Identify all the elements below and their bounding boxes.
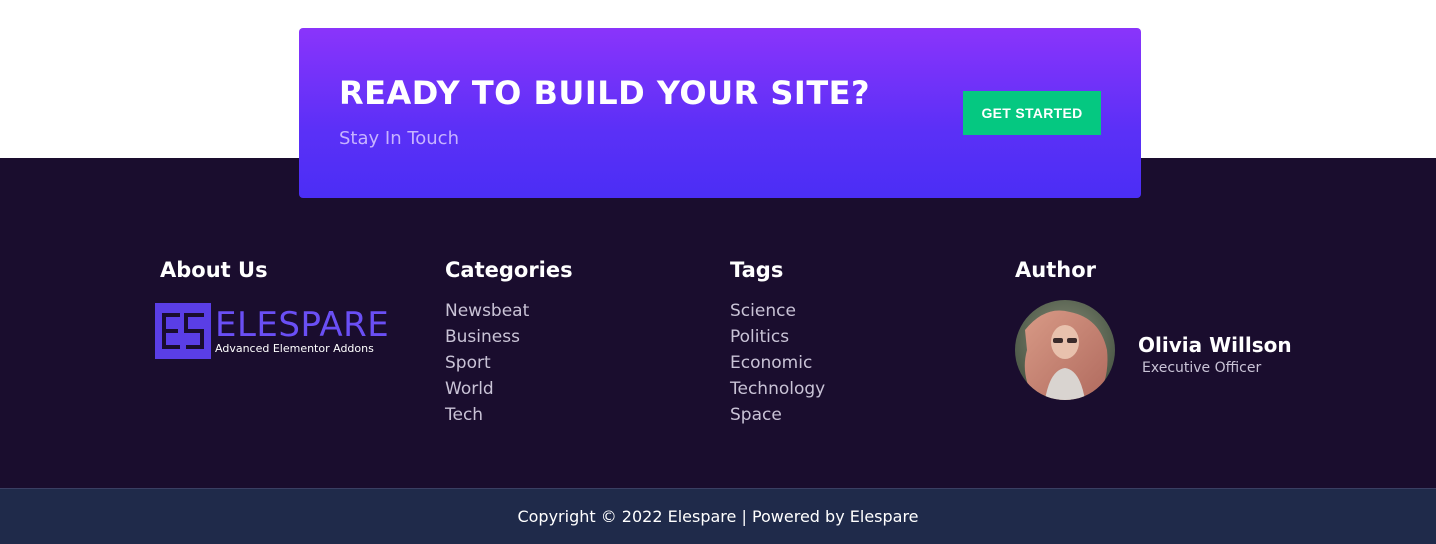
tag-link-politics[interactable]: Politics bbox=[730, 326, 825, 352]
tag-link-space[interactable]: Space bbox=[730, 404, 825, 430]
categories-heading: Categories bbox=[445, 258, 573, 282]
cta-title: READY TO BUILD YOUR SITE? bbox=[339, 74, 871, 112]
about-heading: About Us bbox=[160, 258, 268, 282]
author-name: Olivia Willson bbox=[1138, 333, 1292, 357]
cta-banner: READY TO BUILD YOUR SITE? Stay In Touch … bbox=[299, 28, 1141, 198]
category-link-tech[interactable]: Tech bbox=[445, 404, 529, 430]
footer-bottom-bar: Copyright © 2022 Elespare | Powered by E… bbox=[0, 488, 1436, 544]
tag-link-science[interactable]: Science bbox=[730, 300, 825, 326]
logo-mark-icon bbox=[155, 303, 211, 359]
author-role: Executive Officer bbox=[1142, 360, 1262, 376]
category-link-sport[interactable]: Sport bbox=[445, 352, 529, 378]
tag-link-technology[interactable]: Technology bbox=[730, 378, 825, 404]
copyright-text: Copyright © 2022 Elespare | Powered by E… bbox=[517, 507, 919, 526]
author-avatar[interactable] bbox=[1015, 300, 1115, 400]
category-link-business[interactable]: Business bbox=[445, 326, 529, 352]
logo-name: ELESPARE bbox=[215, 304, 390, 345]
categories-list: Newsbeat Business Sport World Tech bbox=[445, 300, 529, 430]
category-link-world[interactable]: World bbox=[445, 378, 529, 404]
tags-list: Science Politics Economic Technology Spa… bbox=[730, 300, 825, 430]
get-started-button[interactable]: GET STARTED bbox=[963, 91, 1101, 135]
tags-heading: Tags bbox=[730, 258, 784, 282]
author-heading: Author bbox=[1015, 258, 1096, 282]
logo-tagline: Advanced Elementor Addons bbox=[215, 341, 374, 355]
cta-subtitle: Stay In Touch bbox=[339, 128, 459, 149]
tag-link-economic[interactable]: Economic bbox=[730, 352, 825, 378]
elespare-logo[interactable]: ELESPARE Advanced Elementor Addons bbox=[155, 303, 389, 359]
category-link-newsbeat[interactable]: Newsbeat bbox=[445, 300, 529, 326]
